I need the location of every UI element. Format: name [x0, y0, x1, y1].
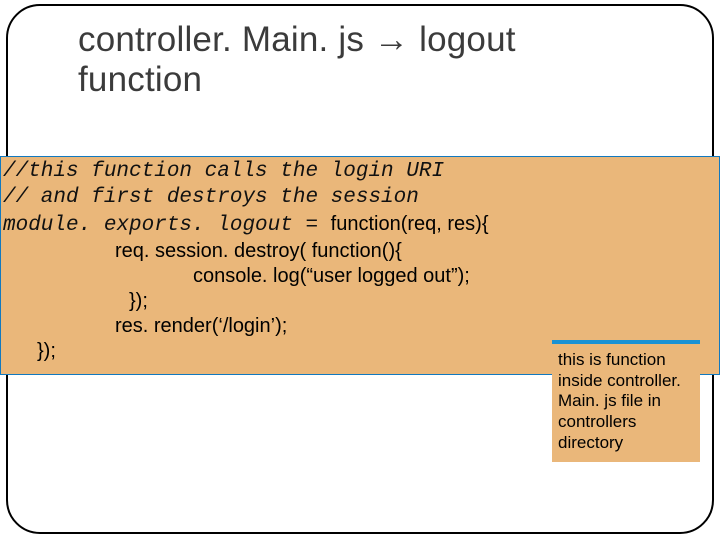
- code-line-module: module. exports. logout = function(req, …: [3, 212, 717, 239]
- code-comment-1: //this function calls the login URI: [3, 159, 717, 185]
- code-line-res-render: res. render(‘/login’);: [3, 314, 717, 339]
- slide-title: controller. Main. js → logout function: [78, 20, 638, 101]
- code-module-func: function(req, res){: [331, 213, 489, 235]
- code-comment-2: // and first destroys the session: [3, 185, 717, 211]
- code-line-console: console. log(“user logged out”);: [3, 264, 717, 289]
- code-line-close-destroy: });: [3, 289, 717, 314]
- code-module-mono: module. exports. logout =: [3, 214, 331, 237]
- code-line-req-destroy: req. session. destroy( function(){: [3, 239, 717, 264]
- callout-box: this is function inside controller. Main…: [552, 340, 700, 462]
